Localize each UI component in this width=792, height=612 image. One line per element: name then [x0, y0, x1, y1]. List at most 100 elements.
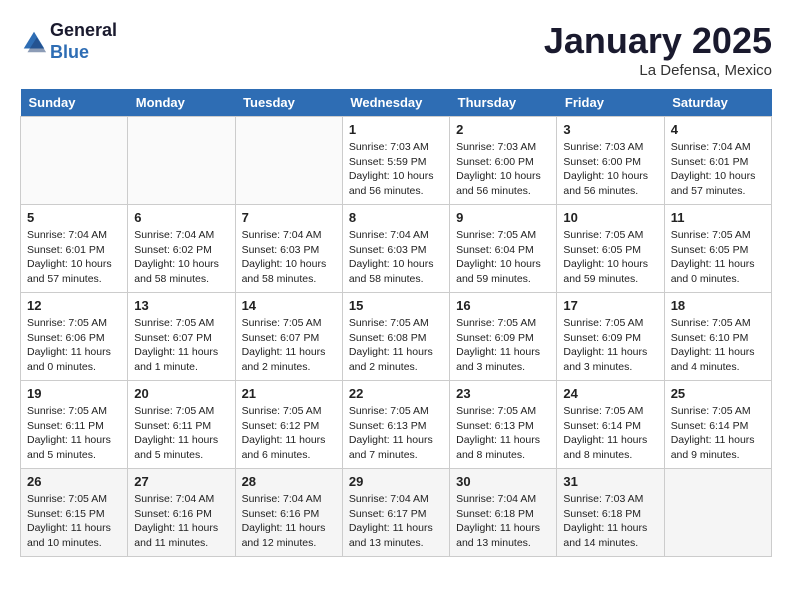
calendar-day: 11 Sunrise: 7:05 AM Sunset: 6:05 PM Dayli… [664, 205, 771, 293]
calendar-day: 13 Sunrise: 7:05 AM Sunset: 6:07 PM Dayli… [128, 293, 235, 381]
calendar-day: 28 Sunrise: 7:04 AM Sunset: 6:16 PM Dayli… [235, 469, 342, 557]
calendar-day: 12Sunrise: 7:05 AM Sunset: 6:06 PM Dayli… [21, 293, 128, 381]
calendar-week-5: 26 Sunrise: 7:05 AM Sunset: 6:15 PM Dayli… [21, 469, 772, 557]
day-info: Sunrise: 7:05 AM Sunset: 6:12 PM Dayligh… [242, 404, 336, 463]
calendar-day [21, 117, 128, 205]
day-info: Sunrise: 7:04 AM Sunset: 6:01 PM Dayligh… [27, 228, 121, 287]
day-info: Sunrise: 7:05 AM Sunset: 6:08 PM Dayligh… [349, 316, 443, 375]
day-number: 5 [27, 210, 121, 225]
day-number: 26 [27, 474, 121, 489]
day-number: 21 [242, 386, 336, 401]
calendar-day: 29 Sunrise: 7:04 AM Sunset: 6:17 PM Dayli… [342, 469, 449, 557]
calendar-day: 10 Sunrise: 7:05 AM Sunset: 6:05 PM Dayli… [557, 205, 664, 293]
calendar-day: 23Sunrise: 7:05 AM Sunset: 6:13 PM Dayli… [450, 381, 557, 469]
day-number: 7 [242, 210, 336, 225]
day-number: 10 [563, 210, 657, 225]
day-info: Sunrise: 7:04 AM Sunset: 6:18 PM Dayligh… [456, 492, 550, 551]
day-info: Sunrise: 7:05 AM Sunset: 6:07 PM Dayligh… [134, 316, 228, 375]
calendar-week-3: 12Sunrise: 7:05 AM Sunset: 6:06 PM Dayli… [21, 293, 772, 381]
calendar-day: 27 Sunrise: 7:04 AM Sunset: 6:16 PM Dayli… [128, 469, 235, 557]
day-number: 22 [349, 386, 443, 401]
calendar-day: 25 Sunrise: 7:05 AM Sunset: 6:14 PM Dayli… [664, 381, 771, 469]
calendar-day: 26 Sunrise: 7:05 AM Sunset: 6:15 PM Dayli… [21, 469, 128, 557]
calendar-day: 14Sunrise: 7:05 AM Sunset: 6:07 PM Dayli… [235, 293, 342, 381]
day-number: 28 [242, 474, 336, 489]
calendar-day: 18 Sunrise: 7:05 AM Sunset: 6:10 PM Dayli… [664, 293, 771, 381]
day-number: 29 [349, 474, 443, 489]
day-number: 6 [134, 210, 228, 225]
day-info: Sunrise: 7:04 AM Sunset: 6:16 PM Dayligh… [242, 492, 336, 551]
day-number: 18 [671, 298, 765, 313]
day-info: Sunrise: 7:05 AM Sunset: 6:07 PM Dayligh… [242, 316, 336, 375]
calendar-week-2: 5 Sunrise: 7:04 AM Sunset: 6:01 PM Daylig… [21, 205, 772, 293]
title-block: January 2025 La Defensa, Mexico [544, 20, 772, 79]
day-info: Sunrise: 7:04 AM Sunset: 6:02 PM Dayligh… [134, 228, 228, 287]
day-info: Sunrise: 7:03 AM Sunset: 6:18 PM Dayligh… [563, 492, 657, 551]
day-info: Sunrise: 7:05 AM Sunset: 6:09 PM Dayligh… [563, 316, 657, 375]
day-number: 11 [671, 210, 765, 225]
day-info: Sunrise: 7:04 AM Sunset: 6:01 PM Dayligh… [671, 140, 765, 199]
calendar-day: 15 Sunrise: 7:05 AM Sunset: 6:08 PM Dayli… [342, 293, 449, 381]
header-friday: Friday [557, 89, 664, 117]
day-number: 20 [134, 386, 228, 401]
day-info: Sunrise: 7:05 AM Sunset: 6:05 PM Dayligh… [563, 228, 657, 287]
logo-text: General Blue [50, 20, 117, 63]
location: La Defensa, Mexico [544, 62, 772, 79]
day-number: 31 [563, 474, 657, 489]
day-info: Sunrise: 7:05 AM Sunset: 6:13 PM Dayligh… [349, 404, 443, 463]
header-saturday: Saturday [664, 89, 771, 117]
calendar-day: 22 Sunrise: 7:05 AM Sunset: 6:13 PM Dayli… [342, 381, 449, 469]
calendar-day: 20 Sunrise: 7:05 AM Sunset: 6:11 PM Dayli… [128, 381, 235, 469]
day-info: Sunrise: 7:05 AM Sunset: 6:04 PM Dayligh… [456, 228, 550, 287]
calendar-day: 1Sunrise: 7:03 AM Sunset: 5:59 PM Daylig… [342, 117, 449, 205]
day-number: 8 [349, 210, 443, 225]
day-number: 2 [456, 122, 550, 137]
day-info: Sunrise: 7:05 AM Sunset: 6:10 PM Dayligh… [671, 316, 765, 375]
calendar-day: 31 Sunrise: 7:03 AM Sunset: 6:18 PM Dayli… [557, 469, 664, 557]
calendar-day: 7 Sunrise: 7:04 AM Sunset: 6:03 PM Daylig… [235, 205, 342, 293]
header-monday: Monday [128, 89, 235, 117]
day-info: Sunrise: 7:04 AM Sunset: 6:17 PM Dayligh… [349, 492, 443, 551]
header-thursday: Thursday [450, 89, 557, 117]
day-info: Sunrise: 7:03 AM Sunset: 5:59 PM Dayligh… [349, 140, 443, 199]
day-number: 3 [563, 122, 657, 137]
day-info: Sunrise: 7:05 AM Sunset: 6:09 PM Dayligh… [456, 316, 550, 375]
header: General Blue January 2025 La Defensa, Me… [20, 20, 772, 79]
day-number: 27 [134, 474, 228, 489]
logo: General Blue [20, 20, 117, 63]
day-info: Sunrise: 7:05 AM Sunset: 6:14 PM Dayligh… [671, 404, 765, 463]
day-number: 13 [134, 298, 228, 313]
day-info: Sunrise: 7:05 AM Sunset: 6:15 PM Dayligh… [27, 492, 121, 551]
calendar-day: 6 Sunrise: 7:04 AM Sunset: 6:02 PM Daylig… [128, 205, 235, 293]
day-info: Sunrise: 7:05 AM Sunset: 6:11 PM Dayligh… [27, 404, 121, 463]
calendar-day: 17Sunrise: 7:05 AM Sunset: 6:09 PM Dayli… [557, 293, 664, 381]
calendar-day: 2 Sunrise: 7:03 AM Sunset: 6:00 PM Daylig… [450, 117, 557, 205]
month-title: January 2025 [544, 20, 772, 62]
header-wednesday: Wednesday [342, 89, 449, 117]
calendar-day: 3 Sunrise: 7:03 AM Sunset: 6:00 PM Daylig… [557, 117, 664, 205]
calendar-day: 16 Sunrise: 7:05 AM Sunset: 6:09 PM Dayli… [450, 293, 557, 381]
day-number: 15 [349, 298, 443, 313]
day-number: 16 [456, 298, 550, 313]
day-info: Sunrise: 7:04 AM Sunset: 6:16 PM Dayligh… [134, 492, 228, 551]
day-info: Sunrise: 7:05 AM Sunset: 6:11 PM Dayligh… [134, 404, 228, 463]
day-info: Sunrise: 7:04 AM Sunset: 6:03 PM Dayligh… [349, 228, 443, 287]
calendar-week-4: 19Sunrise: 7:05 AM Sunset: 6:11 PM Dayli… [21, 381, 772, 469]
day-info: Sunrise: 7:04 AM Sunset: 6:03 PM Dayligh… [242, 228, 336, 287]
day-number: 25 [671, 386, 765, 401]
day-number: 30 [456, 474, 550, 489]
day-info: Sunrise: 7:05 AM Sunset: 6:06 PM Dayligh… [27, 316, 121, 375]
day-number: 4 [671, 122, 765, 137]
day-info: Sunrise: 7:05 AM Sunset: 6:14 PM Dayligh… [563, 404, 657, 463]
day-info: Sunrise: 7:03 AM Sunset: 6:00 PM Dayligh… [456, 140, 550, 199]
calendar-day [664, 469, 771, 557]
day-info: Sunrise: 7:03 AM Sunset: 6:00 PM Dayligh… [563, 140, 657, 199]
calendar-day: 5 Sunrise: 7:04 AM Sunset: 6:01 PM Daylig… [21, 205, 128, 293]
calendar-day: 30 Sunrise: 7:04 AM Sunset: 6:18 PM Dayli… [450, 469, 557, 557]
day-number: 24 [563, 386, 657, 401]
weekday-header-row: Sunday Monday Tuesday Wednesday Thursday… [21, 89, 772, 117]
calendar-day: 4 Sunrise: 7:04 AM Sunset: 6:01 PM Daylig… [664, 117, 771, 205]
day-number: 23 [456, 386, 550, 401]
calendar-week-1: 1Sunrise: 7:03 AM Sunset: 5:59 PM Daylig… [21, 117, 772, 205]
day-info: Sunrise: 7:05 AM Sunset: 6:05 PM Dayligh… [671, 228, 765, 287]
